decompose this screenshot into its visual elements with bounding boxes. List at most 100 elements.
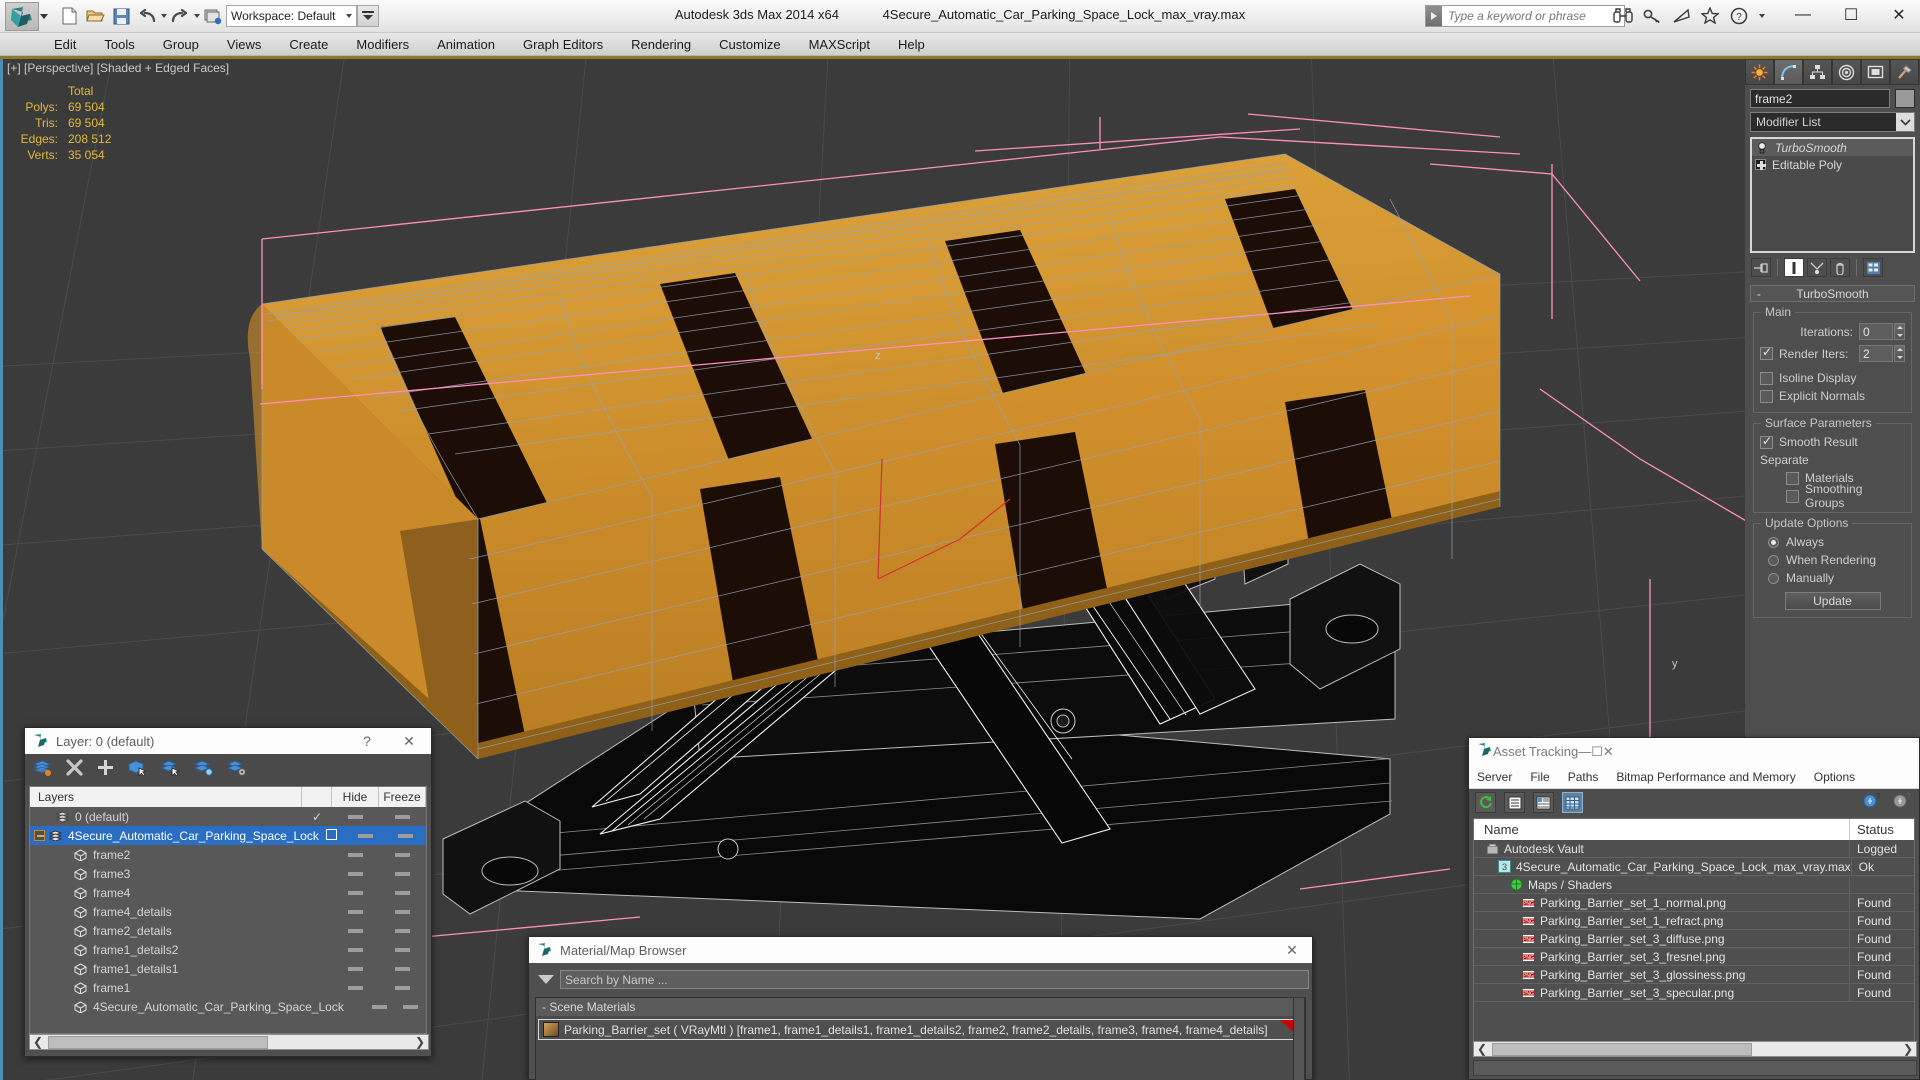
rollout-collapse-marker[interactable]: -	[1757, 287, 1761, 301]
scroll-left-arrow-icon[interactable]: ❮	[1474, 1042, 1490, 1056]
scrollbar-thumb[interactable]	[48, 1035, 268, 1049]
hide-toggle[interactable]	[332, 928, 379, 933]
update-when-rendering-radio[interactable]	[1768, 554, 1779, 566]
layer-object-row[interactable]: frame2	[30, 845, 426, 864]
undo-icon[interactable]	[134, 3, 160, 29]
material-browser-close-button[interactable]: ✕	[1278, 937, 1306, 963]
hide-toggle[interactable]	[332, 985, 379, 990]
layer-object-row[interactable]: 4Secure_Automatic_Car_Parking_Space_Lock	[30, 997, 426, 1016]
help-dropdown-caret-icon[interactable]	[1759, 13, 1765, 18]
utilities-tab-icon[interactable]	[1890, 59, 1919, 85]
create-tab-icon[interactable]	[1745, 59, 1774, 85]
layer-object-row[interactable]: frame2_details	[30, 921, 426, 940]
redo-icon[interactable]	[167, 3, 193, 29]
hide-toggle[interactable]	[332, 852, 379, 857]
menu-item-create[interactable]: Create	[275, 35, 342, 54]
layer-object-row[interactable]: frame3	[30, 864, 426, 883]
hide-toggle[interactable]	[332, 871, 379, 876]
select-highlighted-layers-icon[interactable]	[160, 759, 181, 781]
asset-tracking-grid[interactable]: Name Status Autodesk Vault Logged 3 4Sec…	[1473, 818, 1915, 1053]
at-menu-paths[interactable]: Paths	[1568, 770, 1599, 784]
at-menu-bitmap-performance[interactable]: Bitmap Performance and Memory	[1616, 770, 1795, 784]
material-list[interactable]: - Scene Materials Parking_Barrier_set ( …	[535, 997, 1306, 1080]
close-button[interactable]: ✕	[1886, 2, 1912, 28]
vault-help-icon[interactable]: ?	[1863, 792, 1881, 814]
freeze-toggle[interactable]	[385, 833, 426, 838]
asset-row-png[interactable]: PNG Parking_Barrier_set_1_normal.png Foun…	[1474, 894, 1914, 912]
remove-modifier-icon[interactable]	[1830, 258, 1850, 277]
layer-object-row[interactable]: frame1_details2	[30, 940, 426, 959]
render-iters-field[interactable]: 2	[1859, 345, 1893, 362]
asset-row-png[interactable]: PNG Parking_Barrier_set_1_refract.png Fou…	[1474, 912, 1914, 930]
menu-item-views[interactable]: Views	[213, 35, 275, 54]
hide-toggle[interactable]	[332, 947, 379, 952]
workspace-caret-icon[interactable]	[345, 14, 352, 18]
layer-dialog-help-button[interactable]: ?	[353, 728, 381, 754]
pin-stack-icon[interactable]	[1751, 258, 1771, 277]
hide-toggle[interactable]	[364, 1004, 395, 1009]
display-tab-icon[interactable]	[1861, 59, 1890, 85]
smoothing-groups-checkbox[interactable]	[1786, 489, 1799, 503]
scroll-right-arrow-icon[interactable]: ❯	[412, 1035, 428, 1049]
menu-item-modifiers[interactable]: Modifiers	[342, 35, 423, 54]
layer-grid[interactable]: Layers Hide Freeze 0 (default) ✓ 4Secure…	[29, 786, 427, 1034]
create-new-layer-icon[interactable]	[32, 759, 52, 781]
layer-dialog[interactable]: Layer: 0 (default) ? ✕ Layers Hide Freez…	[24, 727, 432, 1057]
asset-tracking-maximize-button[interactable]: ☐	[1591, 744, 1603, 760]
hide-toggle[interactable]	[332, 814, 379, 819]
asset-row-maps-shaders[interactable]: Maps / Shaders	[1474, 876, 1914, 894]
hide-toggle[interactable]	[332, 909, 379, 914]
workspace-dropdown-button[interactable]	[356, 5, 379, 27]
iterations-spinner[interactable]	[1894, 323, 1905, 340]
light-bulb-icon[interactable]	[1755, 141, 1769, 155]
open-file-icon[interactable]	[82, 3, 108, 29]
material-map-browser-dialog[interactable]: Material/Map Browser ✕ Search by Name ..…	[528, 936, 1313, 1080]
menu-item-customize[interactable]: Customize	[705, 35, 794, 54]
render-iters-checkbox[interactable]	[1760, 345, 1773, 360]
freeze-toggle[interactable]	[395, 1004, 426, 1009]
key-icon[interactable]	[1642, 5, 1662, 26]
iterations-field[interactable]: 0	[1859, 323, 1893, 340]
asset-tracking-close-button[interactable]: ✕	[1603, 744, 1614, 760]
layer-dialog-close-button[interactable]: ✕	[395, 728, 423, 754]
materials-checkbox[interactable]	[1786, 471, 1799, 485]
asset-row-png[interactable]: PNG Parking_Barrier_set_3_glossiness.png …	[1474, 966, 1914, 984]
select-objects-in-layer-icon[interactable]	[128, 759, 148, 781]
render-iters-spinner[interactable]	[1894, 345, 1905, 362]
asset-row-png[interactable]: PNG Parking_Barrier_set_3_specular.png Fo…	[1474, 984, 1914, 1002]
material-entry-parking-barrier-set[interactable]: Parking_Barrier_set ( VRayMtl ) [frame1,…	[538, 1019, 1303, 1040]
update-manually-radio[interactable]	[1768, 572, 1779, 584]
menu-item-edit[interactable]: Edit	[40, 35, 90, 54]
material-list-scrollbar[interactable]	[1293, 997, 1305, 1080]
viewport-label[interactable]: [+] [Perspective] [Shaded + Edged Faces]	[7, 61, 229, 75]
minimize-button[interactable]: —	[1790, 2, 1816, 28]
modifier-stack[interactable]: TurboSmooth Editable Poly	[1750, 137, 1915, 253]
at-menu-server[interactable]: Server	[1477, 770, 1512, 784]
freeze-toggle[interactable]	[379, 947, 426, 952]
stack-item-turbosmooth[interactable]: TurboSmooth	[1752, 139, 1913, 156]
scroll-left-arrow-icon[interactable]: ❮	[30, 1035, 46, 1049]
object-color-swatch[interactable]	[1895, 89, 1915, 108]
make-unique-icon[interactable]	[1807, 258, 1827, 277]
binoculars-icon[interactable]	[1613, 5, 1633, 26]
rollout-header[interactable]: - TurboSmooth	[1750, 285, 1915, 302]
menu-item-animation[interactable]: Animation	[423, 35, 509, 54]
grid-view-icon[interactable]	[1562, 792, 1583, 813]
explicit-normals-checkbox[interactable]	[1760, 389, 1773, 403]
layer-object-row[interactable]: frame1	[30, 978, 426, 997]
menu-item-help[interactable]: Help	[884, 35, 939, 54]
hierarchy-tab-icon[interactable]	[1803, 59, 1832, 85]
layer-properties-icon[interactable]	[226, 759, 246, 781]
current-layer-checkmark[interactable]: ✓	[302, 810, 332, 824]
application-menu-caret-icon[interactable]	[40, 14, 48, 19]
current-layer-checkbox[interactable]	[319, 828, 345, 843]
asset-row-max-file[interactable]: 3 4Secure_Automatic_Car_Parking_Space_Lo…	[1474, 858, 1914, 876]
help-icon[interactable]: ?	[1729, 5, 1749, 26]
asset-tracking-minimize-button[interactable]: —	[1578, 744, 1591, 759]
satellite-dish-icon[interactable]	[1671, 5, 1691, 26]
asset-row-png[interactable]: PNG Parking_Barrier_set_3_diffuse.png Fou…	[1474, 930, 1914, 948]
at-menu-options[interactable]: Options	[1814, 770, 1855, 784]
smooth-result-checkbox[interactable]	[1760, 434, 1773, 449]
asset-row-vault[interactable]: Autodesk Vault Logged	[1474, 840, 1914, 858]
modify-tab-icon[interactable]	[1774, 59, 1803, 85]
